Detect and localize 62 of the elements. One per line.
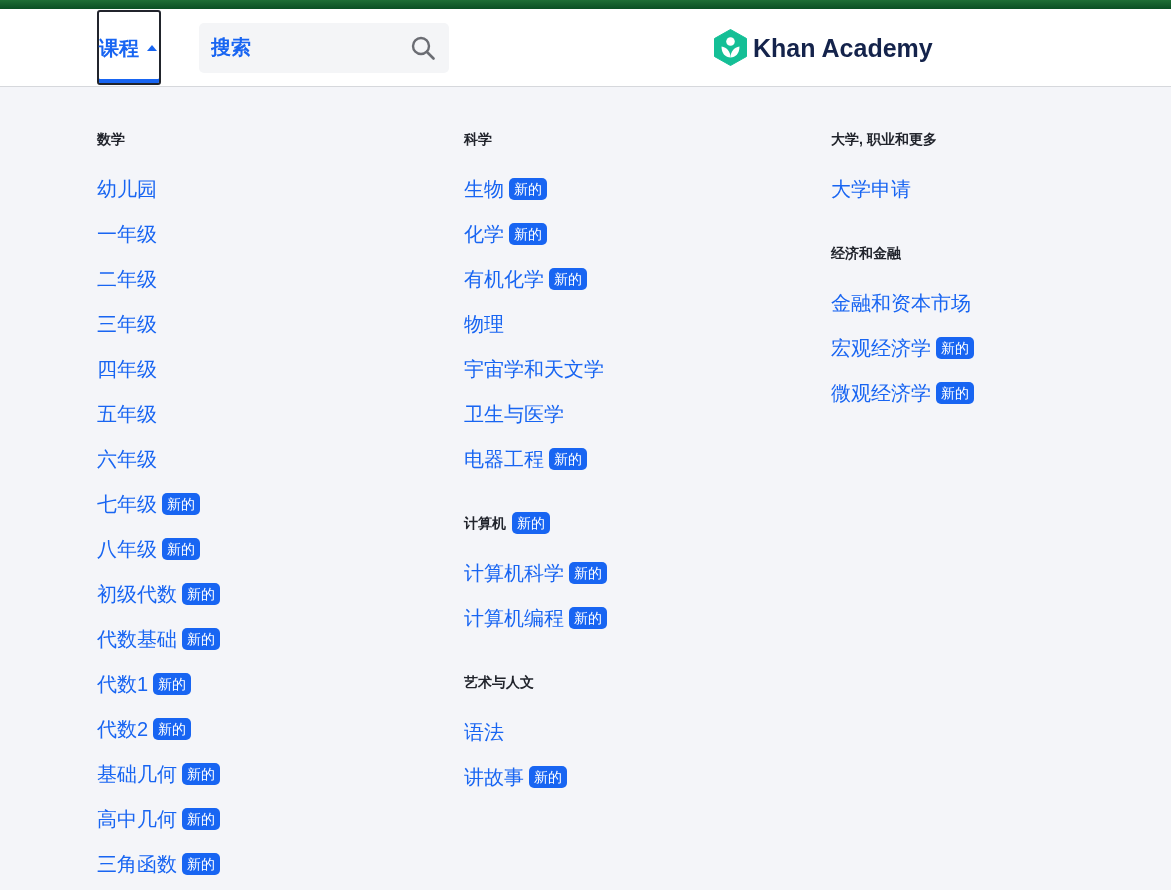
menu-item-link[interactable]: 基础几何: [97, 760, 177, 788]
new-badge: 新的: [153, 718, 192, 740]
menu-item-link[interactable]: 计算机科学: [464, 559, 564, 587]
menu-item-link[interactable]: 计算机编程: [464, 604, 564, 632]
menu-item-link[interactable]: 代数基础: [97, 625, 177, 653]
menu-item-link[interactable]: 电器工程: [464, 445, 544, 473]
new-badge: 新的: [529, 766, 567, 788]
new-badge: 新的: [182, 628, 220, 650]
menu-item-link[interactable]: 卫生与医学: [464, 400, 564, 428]
menu-group-heading: 艺术与人文: [464, 673, 534, 692]
new-badge: 新的: [936, 382, 974, 404]
menu-group-heading: 大学, 职业和更多: [831, 130, 937, 149]
menu-item-link[interactable]: 宏观经济学: [831, 334, 931, 362]
menu-group-heading: 计算机: [464, 514, 506, 533]
menu-item-link[interactable]: 讲故事: [464, 763, 524, 791]
menu-item-link[interactable]: 大学申请: [831, 175, 911, 203]
new-badge: 新的: [509, 223, 547, 245]
menu-item-link[interactable]: 生物: [464, 175, 504, 203]
menu-item-link[interactable]: 六年级: [97, 445, 157, 473]
menu-item-link[interactable]: 四年级: [97, 355, 157, 383]
new-badge: 新的: [936, 337, 974, 359]
menu-item-link[interactable]: 代数2: [97, 715, 149, 743]
menu-item-link[interactable]: 八年级: [97, 535, 157, 563]
menu-item-link[interactable]: 高中几何: [97, 805, 177, 833]
new-badge: 新的: [182, 853, 220, 875]
new-badge: 新的: [569, 607, 607, 629]
menu-group-heading: 经济和金融: [831, 244, 901, 263]
logo-text[interactable]: Khan Academy: [753, 32, 933, 63]
search-field[interactable]: 搜索: [199, 22, 449, 73]
menu-group-heading: 数学: [97, 130, 125, 149]
menu-item-link[interactable]: 三角函数: [97, 850, 177, 878]
new-badge: 新的: [182, 763, 220, 785]
menu-item-link[interactable]: 一年级: [97, 220, 157, 248]
new-badge: 新的: [512, 512, 550, 534]
menu-item-link[interactable]: 微观经济学: [831, 379, 931, 407]
menu-item-link[interactable]: 有机化学: [464, 265, 544, 293]
new-badge: 新的: [549, 448, 587, 470]
new-badge: 新的: [182, 808, 220, 830]
menu-item-link[interactable]: 初级代数: [97, 580, 177, 608]
search-icon: [411, 35, 435, 60]
menu-group-heading: 科学: [464, 130, 492, 149]
menu-item-link[interactable]: 宇宙学和天文学: [464, 355, 604, 383]
hexagon-logo-icon: [714, 29, 747, 66]
new-badge: 新的: [569, 562, 607, 584]
new-badge: 新的: [182, 583, 220, 605]
menu-item-link[interactable]: 幼儿园: [97, 175, 157, 203]
menu-item-link[interactable]: 三年级: [97, 310, 157, 338]
menu-item-link[interactable]: 五年级: [97, 400, 157, 428]
new-badge: 新的: [162, 538, 200, 560]
new-badge: 新的: [153, 673, 192, 695]
courses-menu-button[interactable]: 课程: [97, 10, 161, 85]
new-badge: 新的: [162, 493, 200, 515]
menu-item-link[interactable]: 语法: [464, 718, 504, 746]
caret-up-icon: [147, 44, 157, 51]
new-badge: 新的: [549, 268, 587, 290]
menu-item-link[interactable]: 七年级: [97, 490, 157, 518]
menu-item-link[interactable]: 金融和资本市场: [831, 289, 971, 317]
menu-item-link[interactable]: 物理: [464, 310, 504, 338]
new-badge: 新的: [509, 178, 547, 200]
menu-item-link[interactable]: 化学: [464, 220, 504, 248]
menu-item-link[interactable]: 代数1: [97, 670, 149, 698]
menu-item-link[interactable]: 二年级: [97, 265, 157, 293]
